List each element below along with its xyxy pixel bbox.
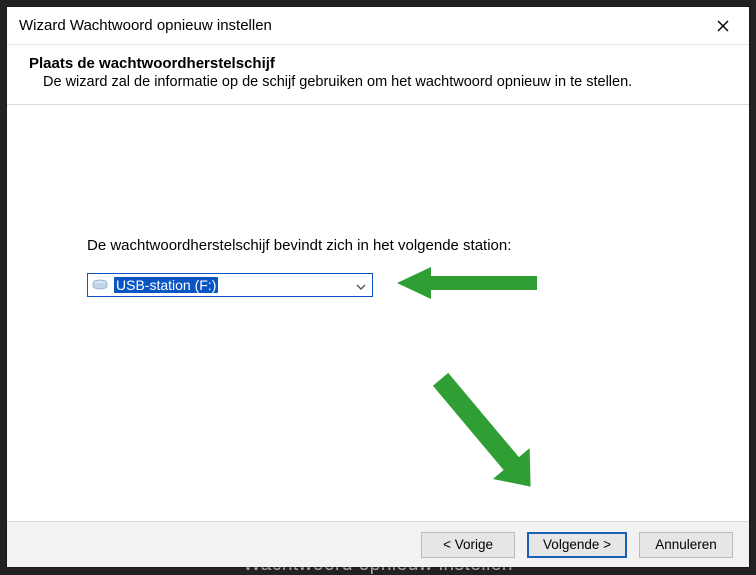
annotation-arrow-to-next — [377, 317, 577, 517]
wizard-header-title: Plaats de wachtwoordherstelschijf — [29, 55, 727, 72]
window-title: Wizard Wachtwoord opnieuw instellen — [19, 17, 272, 34]
titlebar: Wizard Wachtwoord opnieuw instellen — [7, 7, 749, 45]
wizard-footer: < Vorige Volgende > Annuleren — [7, 521, 749, 567]
wizard-window: Wizard Wachtwoord opnieuw instellen Plaa… — [7, 7, 749, 567]
annotation-arrow-to-dropdown — [397, 263, 537, 303]
drive-select[interactable]: USB-station (F:) — [87, 273, 373, 297]
chevron-down-icon — [356, 277, 366, 293]
wizard-header: Plaats de wachtwoordherstelschijf De wiz… — [7, 45, 749, 105]
cancel-button[interactable]: Annuleren — [639, 532, 733, 558]
drive-icon — [92, 279, 108, 291]
wizard-body: De wachtwoordherstelschijf bevindt zich … — [7, 105, 749, 521]
close-icon — [717, 20, 729, 32]
drive-prompt-label: De wachtwoordherstelschijf bevindt zich … — [87, 237, 511, 254]
next-button[interactable]: Volgende > — [527, 532, 627, 558]
close-button[interactable] — [703, 11, 743, 41]
drive-select-value: USB-station (F:) — [114, 277, 218, 293]
wizard-header-subtitle: De wizard zal de informatie op de schijf… — [29, 72, 727, 90]
back-button[interactable]: < Vorige — [421, 532, 515, 558]
